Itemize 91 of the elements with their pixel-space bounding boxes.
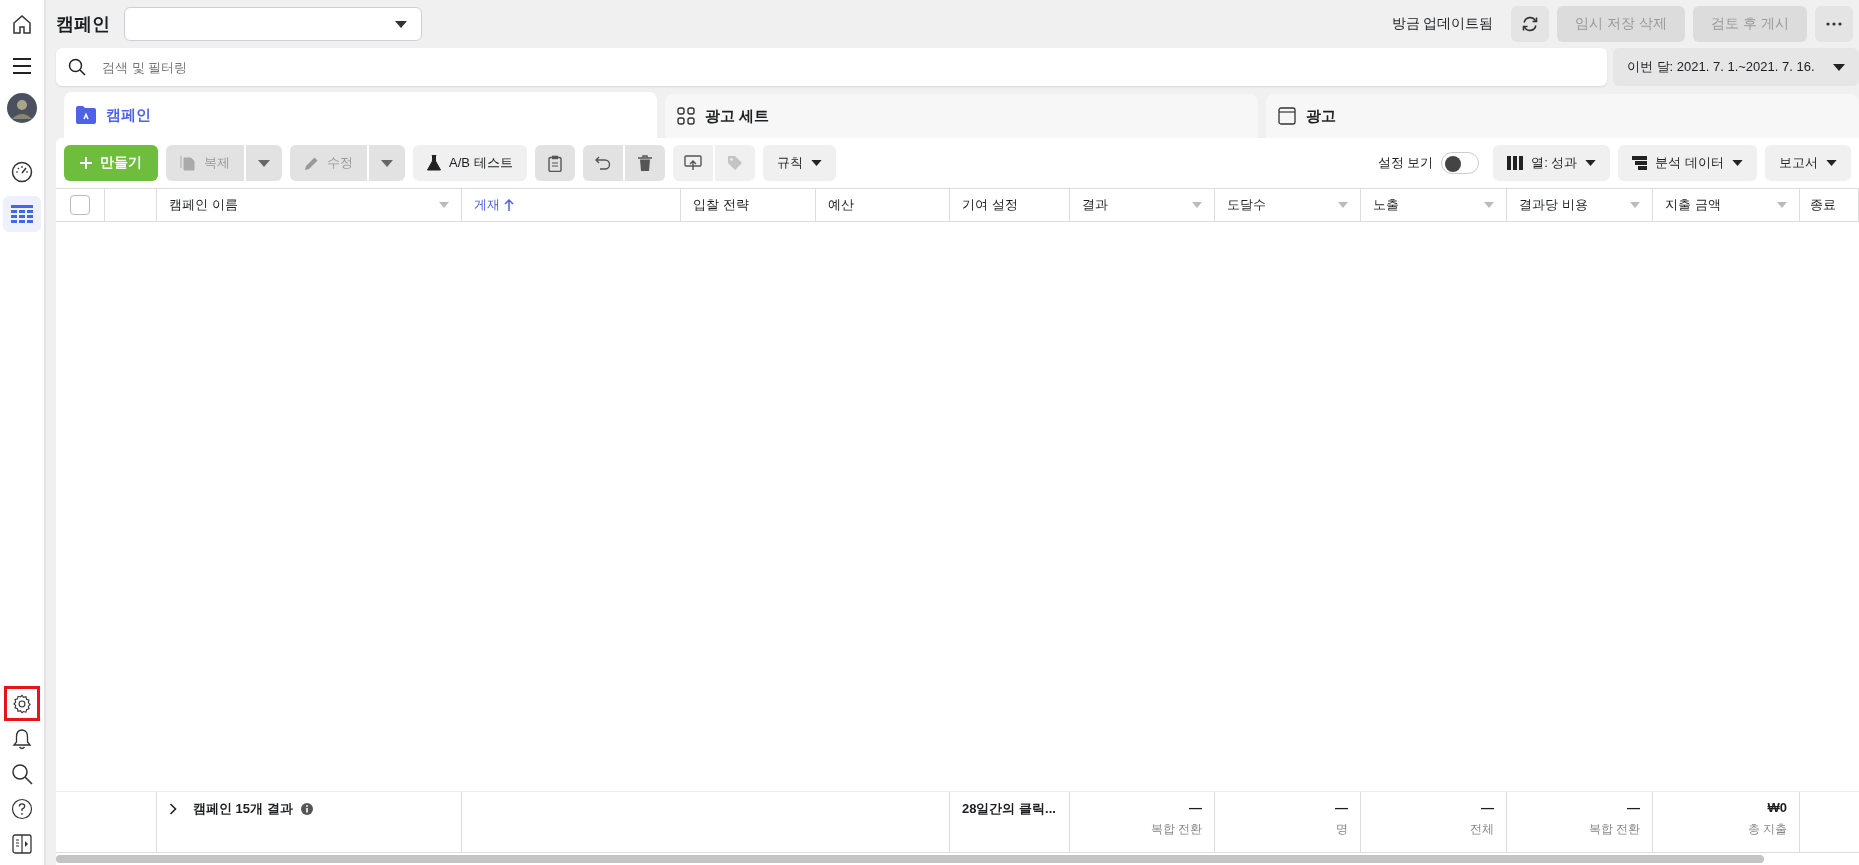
search-icon: [11, 762, 33, 785]
caret-icon: [1338, 202, 1348, 208]
avatar-icon: [7, 93, 37, 123]
column-header[interactable]: 캠페인 이름: [157, 189, 462, 221]
refresh-icon: [1521, 15, 1540, 33]
summary-caption: 총 지출: [1747, 821, 1787, 838]
column-header[interactable]: 노출: [1361, 189, 1507, 221]
column-header[interactable]: 기여 설정: [950, 189, 1070, 221]
columns-icon: [1507, 156, 1524, 170]
caret-icon: [1777, 202, 1787, 208]
page-title: 캠페인: [56, 13, 110, 36]
home-icon: [11, 13, 33, 35]
expand-chevron-icon[interactable]: [169, 803, 177, 815]
breakdown-button[interactable]: 분석 데이터: [1618, 145, 1757, 181]
summary-value: ₩0: [1767, 800, 1787, 815]
clipboard-button[interactable]: [534, 145, 575, 181]
caret-icon: [1484, 202, 1494, 208]
caret-icon: [1585, 160, 1597, 166]
help-icon: [11, 797, 33, 820]
campaigns-button[interactable]: [3, 196, 41, 232]
plus-icon: [80, 157, 92, 169]
window-icon: [1278, 107, 1296, 125]
duplicate-menu-button[interactable]: [246, 145, 282, 181]
tag-icon: [726, 155, 743, 171]
caret-icon: [439, 202, 449, 208]
flask-icon: [427, 155, 441, 171]
ab-test-button[interactable]: A/B 테스트: [413, 145, 527, 181]
undo-icon: [594, 156, 611, 170]
breakdown-icon: [1632, 156, 1648, 170]
columns-button[interactable]: 열: 성과: [1493, 145, 1611, 181]
update-status: 방금 업데이트됨: [1391, 15, 1494, 33]
settings-icon: [11, 692, 33, 715]
column-header[interactable]: 예산: [816, 189, 950, 221]
scrollbar-thumb[interactable]: [56, 855, 1764, 863]
rules-button[interactable]: 규칙: [762, 145, 836, 181]
refresh-button[interactable]: [1511, 6, 1550, 42]
column-header[interactable]: 종료: [1800, 189, 1859, 221]
export-button[interactable]: [672, 145, 713, 181]
edit-menu-button[interactable]: [369, 145, 405, 181]
column-header[interactable]: 지출 금액: [1653, 189, 1800, 221]
column-header[interactable]: 결과당 비용: [1507, 189, 1653, 221]
caret-icon: [1630, 202, 1640, 208]
attribution-summary: 28일간의 클릭...: [962, 801, 1056, 816]
caret-icon: [1833, 63, 1845, 71]
view-setup-label: 설정 보기: [1377, 154, 1434, 172]
summary-value: —: [1627, 800, 1640, 815]
caret-icon: [810, 160, 822, 166]
caret-icon: [395, 20, 407, 28]
summary-caption: 복합 전환: [1588, 821, 1640, 838]
pencil-icon: [304, 155, 319, 171]
settings-button[interactable]: [4, 686, 40, 721]
level-tab[interactable]: 캠페인: [64, 92, 657, 138]
summary-value: —: [1481, 800, 1494, 815]
summary-caption: 명: [1336, 821, 1348, 838]
column-header[interactable]: 게재: [462, 189, 681, 221]
caret-icon: [1826, 160, 1837, 166]
column-header[interactable]: 도달수: [1215, 189, 1361, 221]
caret-icon: [258, 159, 270, 167]
summary-caption: 전체: [1470, 821, 1494, 838]
info-icon: [300, 803, 313, 815]
grid-icon: [677, 107, 695, 125]
summary-value: —: [1189, 800, 1202, 815]
sort-arrow-icon: [504, 199, 514, 211]
bell-icon: [12, 727, 32, 750]
level-tab[interactable]: 광고: [1266, 94, 1859, 138]
summary-caption: 복합 전환: [1150, 821, 1202, 838]
delete-button[interactable]: [624, 145, 665, 181]
more-icon: [1826, 22, 1842, 26]
undo-button[interactable]: [582, 145, 623, 181]
results-summary: 캠페인 15개 결과: [193, 800, 293, 818]
level-tab[interactable]: 광고 세트: [665, 94, 1258, 138]
date-range-button[interactable]: 이번 달: 2021. 7. 1.~2021. 7. 16.: [1613, 48, 1859, 86]
search-icon: [68, 58, 86, 76]
select-all-checkbox[interactable]: [70, 195, 90, 215]
caret-icon: [381, 159, 393, 167]
column-header[interactable]: 입찰 전략: [681, 189, 816, 221]
caret-icon: [1732, 160, 1743, 166]
summary-value: —: [1335, 800, 1348, 815]
gauge-icon: [11, 161, 33, 183]
clipboard-icon: [547, 154, 562, 172]
caret-icon: [1192, 202, 1202, 208]
folder-icon: [76, 106, 96, 124]
table-icon: [11, 205, 33, 223]
menu-icon: [12, 58, 32, 74]
transfer-icon: [683, 155, 702, 171]
trash-icon: [637, 155, 652, 171]
panel-toggle-icon: [12, 833, 32, 854]
view-setup-toggle[interactable]: [1441, 152, 1480, 174]
column-header[interactable]: 결과: [1070, 189, 1215, 221]
copy-icon: [180, 155, 196, 171]
reports-button[interactable]: 보고서: [1765, 145, 1851, 181]
